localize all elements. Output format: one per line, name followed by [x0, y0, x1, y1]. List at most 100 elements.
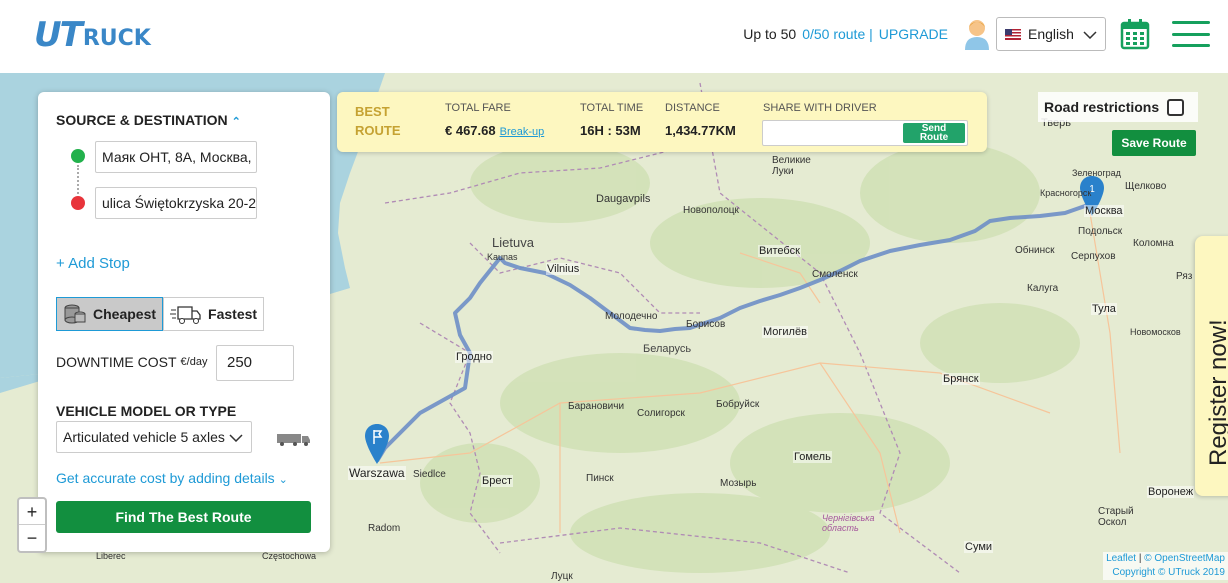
plan-limit-text: Up to 50 [743, 26, 797, 42]
double-chevron-down-icon: ⌄ [278, 474, 288, 486]
map-label: Kaunas [487, 252, 518, 262]
chevron-down-icon [1083, 26, 1097, 42]
map-label: Старый Оскол [1098, 506, 1134, 528]
map-label: Серпухов [1071, 251, 1116, 262]
map-label: Луцк [551, 571, 573, 582]
logo-ruck: RUCK [82, 26, 151, 51]
map-label: Красногорск [1040, 188, 1092, 198]
map-label: Siedlce [413, 469, 446, 480]
map-label: Беларусь [643, 343, 692, 355]
map-label: Гродно [455, 351, 493, 363]
copyright-text: Copyright © UTruck 2019 [1112, 567, 1225, 578]
fastest-mode-button[interactable]: Fastest [163, 297, 265, 331]
map-label: Warszawa [348, 466, 406, 480]
total-time-value: 16H : 53M [580, 123, 641, 138]
road-restrictions-toggle[interactable]: Road restrictions [1038, 92, 1198, 122]
destination-input[interactable]: ulica Świętokrzyska 20-2 [95, 187, 257, 219]
logo-ut: UT [34, 15, 83, 55]
route-label: Route [919, 132, 949, 143]
hamburger-menu-icon[interactable] [1172, 21, 1210, 47]
map-label: Пинск [586, 473, 614, 484]
fastest-label: Fastest [208, 306, 258, 322]
road-restrictions-checkbox[interactable] [1167, 98, 1185, 116]
map-label: Тула [1091, 303, 1117, 315]
find-best-route-button[interactable]: Find The Best Route [56, 501, 311, 533]
utruck-logo[interactable]: UT RUCK [34, 16, 151, 52]
best-route-title-line2: ROUTE [355, 123, 401, 138]
cheapest-mode-button[interactable]: Cheapest [56, 297, 164, 331]
breakup-link[interactable]: Break-up [500, 126, 545, 138]
map-label: Воронеж [1147, 486, 1195, 498]
total-fare-value: € 467.68 Break-up [445, 123, 544, 138]
fast-truck-icon [170, 306, 201, 324]
add-stop-link[interactable]: + Add Stop [56, 255, 130, 272]
language-label: English [1028, 26, 1074, 42]
downtime-cost-label: DOWNTIME COST €/day [56, 354, 207, 370]
route-mode-toggle: Cheapest Fastest [56, 297, 265, 331]
source-input[interactable]: Маяк ОНТ, 8А, Москва, Р [95, 141, 257, 173]
total-fare-label: TOTAL FARE [445, 102, 511, 114]
map-label: Суми [964, 541, 994, 553]
map-label: Vilnius [546, 263, 581, 275]
map-label: Щелково [1125, 181, 1167, 192]
zoom-in-button[interactable]: + [19, 499, 45, 525]
map-label: Калуга [1027, 283, 1059, 294]
register-now-tab[interactable]: Register now! [1195, 236, 1228, 496]
osm-link[interactable]: © OpenStreetMap [1144, 553, 1225, 564]
map-label: Витебск [758, 245, 801, 257]
connector-line [77, 165, 79, 194]
source-dot-icon [71, 149, 85, 163]
map-label: Барановичи [568, 401, 625, 412]
map-label: Москва [1084, 205, 1124, 217]
fare-amount: € 467.68 [445, 123, 496, 138]
cheapest-label: Cheapest [93, 306, 157, 322]
distance-label: DISTANCE [665, 102, 720, 114]
send-route-button[interactable]: Send Route [903, 123, 965, 143]
map-label: Солигорск [637, 408, 685, 419]
zoom-control: + − [17, 497, 47, 553]
us-flag-icon [1005, 28, 1021, 40]
map-label: Бобруйск [716, 399, 760, 410]
best-route-title: BEST ROUTE [355, 102, 401, 140]
map-label: Могилёв [762, 326, 808, 338]
share-with-driver-label: SHARE WITH DRIVER [763, 102, 877, 114]
map-label: Чернігівська область [822, 513, 875, 533]
road-restrictions-label: Road restrictions [1044, 99, 1160, 115]
user-avatar-icon[interactable] [964, 18, 990, 50]
map-label: Гомель [793, 451, 832, 463]
route-count: 0/50 route | [802, 26, 873, 42]
best-route-summary: BEST ROUTE TOTAL FARE € 467.68 Break-up T… [337, 92, 987, 152]
map-label: Liberec [96, 551, 126, 561]
map-label: Зеленоград [1072, 168, 1121, 178]
downtime-cost-input[interactable]: 250 [216, 345, 294, 381]
map-label: Брянск [942, 373, 980, 385]
collapse-icon[interactable]: ⌃ [232, 116, 241, 128]
map-label: Lietuva [492, 235, 534, 250]
source-destination-header[interactable]: SOURCE & DESTINATION ⌃ [56, 112, 241, 128]
language-select[interactable]: English [996, 17, 1106, 51]
zoom-out-button[interactable]: − [19, 525, 45, 551]
map-label: Борисов [686, 319, 726, 330]
map-label: Мозырь [720, 478, 757, 489]
coins-icon [64, 304, 86, 324]
vehicle-model-title: VEHICLE MODEL OR TYPE [56, 403, 237, 419]
chevron-down-icon [229, 422, 243, 452]
map-label: Подольск [1078, 226, 1123, 237]
accurate-cost-link[interactable]: Get accurate cost by adding details ⌄ [56, 470, 288, 486]
downtime-label: DOWNTIME COST [56, 354, 177, 370]
accurate-cost-text: Get accurate cost by adding details [56, 470, 275, 486]
map-label: Обнинск [1015, 245, 1055, 256]
upgrade-link[interactable]: UPGRADE [879, 26, 948, 42]
origin-marker-icon[interactable] [365, 424, 389, 464]
map-label: Новомосков [1130, 327, 1181, 337]
map-label: Брест [481, 475, 513, 487]
distance-value: 1,434.77KM [665, 123, 736, 138]
vehicle-type-select[interactable]: Articulated vehicle 5 axles [56, 421, 252, 453]
calendar-icon[interactable] [1120, 18, 1150, 50]
leaflet-link[interactable]: Leaflet [1106, 553, 1136, 564]
downtime-unit: €/day [180, 356, 208, 368]
vehicle-type-value: Articulated vehicle 5 axles [63, 429, 225, 445]
map-label: Radom [368, 523, 401, 534]
truck-icon [277, 434, 310, 446]
save-route-button[interactable]: Save Route [1112, 130, 1196, 156]
